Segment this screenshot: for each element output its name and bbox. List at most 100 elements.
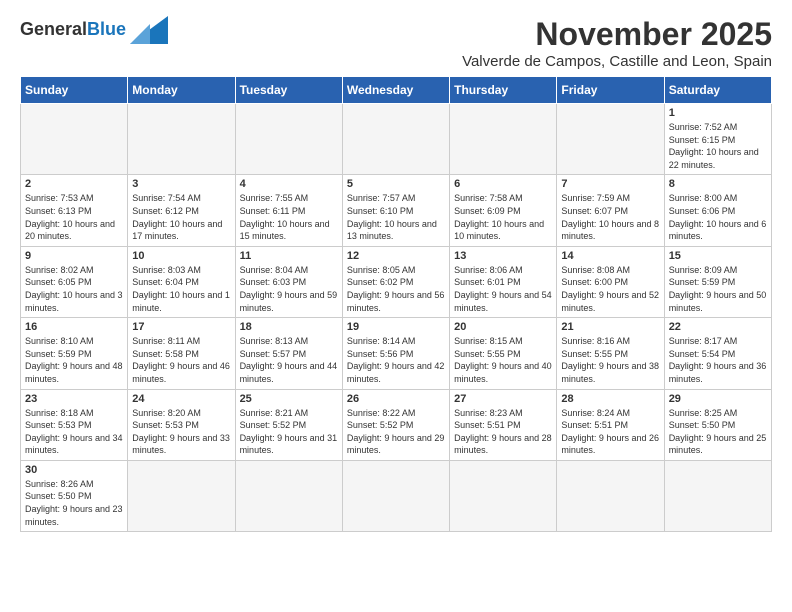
calendar-cell [235, 104, 342, 175]
day-header-sunday: Sunday [21, 77, 128, 104]
day-header-friday: Friday [557, 77, 664, 104]
day-info: Sunrise: 8:11 AM Sunset: 5:58 PM Dayligh… [132, 335, 230, 385]
day-number: 11 [240, 250, 338, 262]
calendar-cell: 1Sunrise: 7:52 AM Sunset: 6:15 PM Daylig… [664, 104, 771, 175]
page-subtitle: Valverde de Campos, Castille and Leon, S… [462, 53, 772, 70]
calendar-cell: 25Sunrise: 8:21 AM Sunset: 5:52 PM Dayli… [235, 389, 342, 460]
calendar-cell [450, 460, 557, 531]
day-info: Sunrise: 8:15 AM Sunset: 5:55 PM Dayligh… [454, 335, 552, 385]
day-number: 9 [25, 250, 123, 262]
day-number: 15 [669, 250, 767, 262]
calendar-cell: 27 Sunrise: 8:23 AM Sunset: 5:51 PM Dayli… [450, 389, 557, 460]
calendar-cell: 20 Sunrise: 8:15 AM Sunset: 5:55 PM Dayli… [450, 318, 557, 389]
day-header-saturday: Saturday [664, 77, 771, 104]
day-number: 17 [132, 321, 230, 333]
logo: GeneralBlue [20, 16, 168, 44]
day-info: Sunrise: 8:18 AM Sunset: 5:53 PM Dayligh… [25, 407, 123, 457]
calendar-cell: 23 Sunrise: 8:18 AM Sunset: 5:53 PM Dayli… [21, 389, 128, 460]
page-title: November 2025 [462, 16, 772, 53]
day-info: Sunrise: 8:05 AM Sunset: 6:02 PM Dayligh… [347, 264, 445, 314]
calendar-cell [450, 104, 557, 175]
calendar-cell: 11 Sunrise: 8:04 AM Sunset: 6:03 PM Dayli… [235, 246, 342, 317]
calendar-cell: 30Sunrise: 8:26 AM Sunset: 5:50 PM Dayli… [21, 460, 128, 531]
calendar-cell: 3Sunrise: 7:54 AM Sunset: 6:12 PM Daylig… [128, 175, 235, 246]
day-info: Sunrise: 7:52 AM Sunset: 6:15 PM Dayligh… [669, 121, 767, 171]
day-number: 18 [240, 321, 338, 333]
day-number: 23 [25, 393, 123, 405]
day-info: Sunrise: 7:55 AM Sunset: 6:11 PM Dayligh… [240, 192, 338, 242]
day-info: Sunrise: 8:13 AM Sunset: 5:57 PM Dayligh… [240, 335, 338, 385]
calendar-cell: 21Sunrise: 8:16 AM Sunset: 5:55 PM Dayli… [557, 318, 664, 389]
day-info: Sunrise: 8:14 AM Sunset: 5:56 PM Dayligh… [347, 335, 445, 385]
calendar-cell: 16 Sunrise: 8:10 AM Sunset: 5:59 PM Dayli… [21, 318, 128, 389]
day-info: Sunrise: 8:23 AM Sunset: 5:51 PM Dayligh… [454, 407, 552, 457]
day-number: 22 [669, 321, 767, 333]
day-info: Sunrise: 7:59 AM Sunset: 6:07 PM Dayligh… [561, 192, 659, 242]
title-area: November 2025 Valverde de Campos, Castil… [462, 16, 772, 70]
day-number: 27 [454, 393, 552, 405]
calendar-cell [557, 460, 664, 531]
day-info: Sunrise: 8:24 AM Sunset: 5:51 PM Dayligh… [561, 407, 659, 457]
calendar-cell: 9 Sunrise: 8:02 AM Sunset: 6:05 PM Daylig… [21, 246, 128, 317]
day-info: Sunrise: 8:22 AM Sunset: 5:52 PM Dayligh… [347, 407, 445, 457]
calendar-cell: 29 Sunrise: 8:25 AM Sunset: 5:50 PM Dayli… [664, 389, 771, 460]
day-number: 12 [347, 250, 445, 262]
calendar-cell: 10 Sunrise: 8:03 AM Sunset: 6:04 PM Dayli… [128, 246, 235, 317]
day-number: 6 [454, 178, 552, 190]
day-number: 5 [347, 178, 445, 190]
calendar-week-4: 16 Sunrise: 8:10 AM Sunset: 5:59 PM Dayli… [21, 318, 772, 389]
logo-text: GeneralBlue [20, 20, 126, 40]
calendar-week-6: 30Sunrise: 8:26 AM Sunset: 5:50 PM Dayli… [21, 460, 772, 531]
calendar-cell: 14Sunrise: 8:08 AM Sunset: 6:00 PM Dayli… [557, 246, 664, 317]
day-info: Sunrise: 8:04 AM Sunset: 6:03 PM Dayligh… [240, 264, 338, 314]
day-info: Sunrise: 7:57 AM Sunset: 6:10 PM Dayligh… [347, 192, 445, 242]
day-info: Sunrise: 7:58 AM Sunset: 6:09 PM Dayligh… [454, 192, 552, 242]
calendar-week-2: 2Sunrise: 7:53 AM Sunset: 6:13 PM Daylig… [21, 175, 772, 246]
calendar-cell: 13 Sunrise: 8:06 AM Sunset: 6:01 PM Dayli… [450, 246, 557, 317]
logo-icon [130, 16, 168, 44]
day-number: 10 [132, 250, 230, 262]
day-info: Sunrise: 8:20 AM Sunset: 5:53 PM Dayligh… [132, 407, 230, 457]
calendar-week-3: 9 Sunrise: 8:02 AM Sunset: 6:05 PM Daylig… [21, 246, 772, 317]
calendar-cell [664, 460, 771, 531]
day-header-tuesday: Tuesday [235, 77, 342, 104]
day-number: 28 [561, 393, 659, 405]
calendar-week-1: 1Sunrise: 7:52 AM Sunset: 6:15 PM Daylig… [21, 104, 772, 175]
day-info: Sunrise: 8:03 AM Sunset: 6:04 PM Dayligh… [132, 264, 230, 314]
day-number: 7 [561, 178, 659, 190]
calendar-table: SundayMondayTuesdayWednesdayThursdayFrid… [20, 76, 772, 532]
day-number: 4 [240, 178, 338, 190]
calendar-cell: 5 Sunrise: 7:57 AM Sunset: 6:10 PM Daylig… [342, 175, 449, 246]
day-info: Sunrise: 7:54 AM Sunset: 6:12 PM Dayligh… [132, 192, 230, 242]
calendar-cell: 15 Sunrise: 8:09 AM Sunset: 5:59 PM Dayli… [664, 246, 771, 317]
day-number: 26 [347, 393, 445, 405]
day-info: Sunrise: 8:06 AM Sunset: 6:01 PM Dayligh… [454, 264, 552, 314]
calendar-cell [342, 104, 449, 175]
calendar-cell: 8Sunrise: 8:00 AM Sunset: 6:06 PM Daylig… [664, 175, 771, 246]
day-number: 8 [669, 178, 767, 190]
day-number: 21 [561, 321, 659, 333]
day-number: 29 [669, 393, 767, 405]
calendar-cell: 24Sunrise: 8:20 AM Sunset: 5:53 PM Dayli… [128, 389, 235, 460]
day-number: 13 [454, 250, 552, 262]
day-info: Sunrise: 8:09 AM Sunset: 5:59 PM Dayligh… [669, 264, 767, 314]
day-info: Sunrise: 8:25 AM Sunset: 5:50 PM Dayligh… [669, 407, 767, 457]
calendar-cell [21, 104, 128, 175]
day-info: Sunrise: 8:21 AM Sunset: 5:52 PM Dayligh… [240, 407, 338, 457]
day-info: Sunrise: 7:53 AM Sunset: 6:13 PM Dayligh… [25, 192, 123, 242]
day-number: 20 [454, 321, 552, 333]
calendar-cell: 7 Sunrise: 7:59 AM Sunset: 6:07 PM Daylig… [557, 175, 664, 246]
day-info: Sunrise: 8:10 AM Sunset: 5:59 PM Dayligh… [25, 335, 123, 385]
day-info: Sunrise: 8:02 AM Sunset: 6:05 PM Dayligh… [25, 264, 123, 314]
calendar-cell: 6 Sunrise: 7:58 AM Sunset: 6:09 PM Daylig… [450, 175, 557, 246]
calendar-cell: 28 Sunrise: 8:24 AM Sunset: 5:51 PM Dayli… [557, 389, 664, 460]
day-number: 16 [25, 321, 123, 333]
day-info: Sunrise: 8:17 AM Sunset: 5:54 PM Dayligh… [669, 335, 767, 385]
calendar-cell [128, 460, 235, 531]
day-info: Sunrise: 8:26 AM Sunset: 5:50 PM Dayligh… [25, 478, 123, 528]
calendar-cell: 18 Sunrise: 8:13 AM Sunset: 5:57 PM Dayli… [235, 318, 342, 389]
calendar-cell [342, 460, 449, 531]
calendar-cell: 19Sunrise: 8:14 AM Sunset: 5:56 PM Dayli… [342, 318, 449, 389]
calendar-cell: 2Sunrise: 7:53 AM Sunset: 6:13 PM Daylig… [21, 175, 128, 246]
calendar-cell [128, 104, 235, 175]
